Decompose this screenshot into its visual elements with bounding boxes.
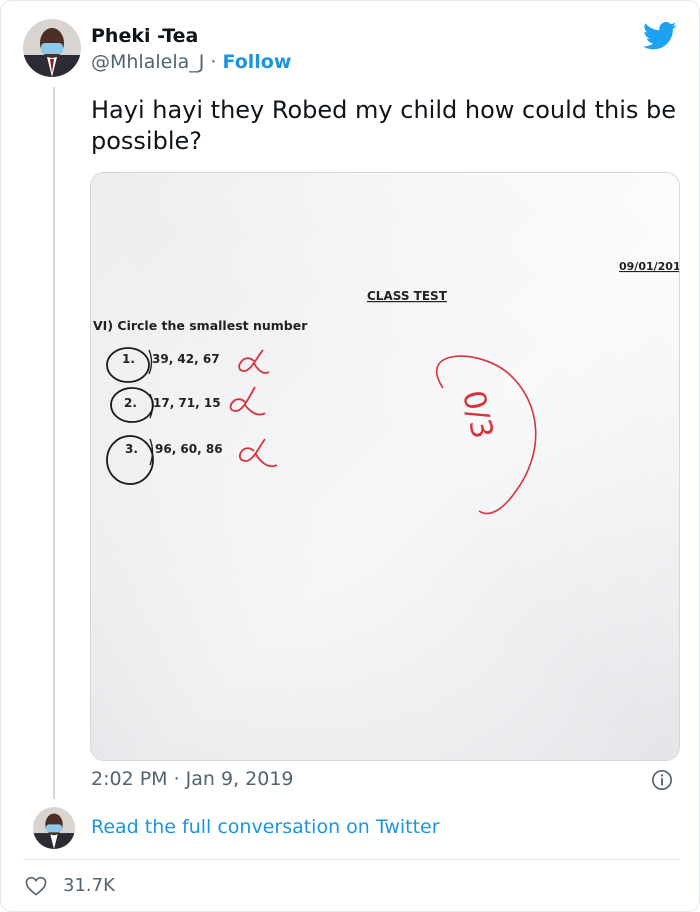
follow-button[interactable]: Follow — [223, 51, 292, 73]
tweet-text: Hayi hayi they Robed my child how could … — [91, 96, 677, 155]
handle-row: @Mhlalela_J · Follow — [91, 51, 291, 73]
handle-separator: · — [210, 51, 217, 73]
item-number: 3. — [125, 442, 138, 456]
item-number: 2. — [124, 396, 137, 410]
twitter-bird-icon[interactable] — [643, 21, 677, 51]
avatar-small[interactable] — [33, 807, 75, 849]
item-number: 1. — [122, 352, 135, 366]
read-conversation-link[interactable]: Read the full conversation on Twitter — [91, 816, 440, 838]
tweet-photo[interactable]: 09/01/2019 CLASS TEST VI) Circle the sma… — [90, 172, 680, 761]
thread-line — [53, 87, 55, 799]
item-values: 96, 60, 86 — [155, 442, 223, 456]
divider — [23, 859, 679, 860]
question-text: VI) Circle the smallest number — [93, 318, 308, 333]
display-name[interactable]: Pheki -Tea — [91, 25, 198, 47]
tweet-timestamp[interactable]: 2:02 PM · Jan 9, 2019 — [91, 768, 294, 790]
item-values: 39, 42, 67 — [152, 352, 220, 366]
avatar[interactable] — [23, 19, 81, 77]
heart-icon[interactable] — [25, 876, 47, 896]
paper-heading: CLASS TEST — [367, 289, 448, 303]
paper-date: 09/01/2019 — [619, 260, 679, 273]
tweet-card: Pheki -Tea @Mhlalela_J · Follow Hayi hay… — [0, 0, 700, 912]
user-handle[interactable]: @Mhlalela_J — [91, 51, 204, 73]
like-count[interactable]: 31.7K — [63, 875, 115, 896]
info-icon[interactable] — [651, 769, 673, 791]
item-values: 17, 71, 15 — [153, 396, 221, 410]
